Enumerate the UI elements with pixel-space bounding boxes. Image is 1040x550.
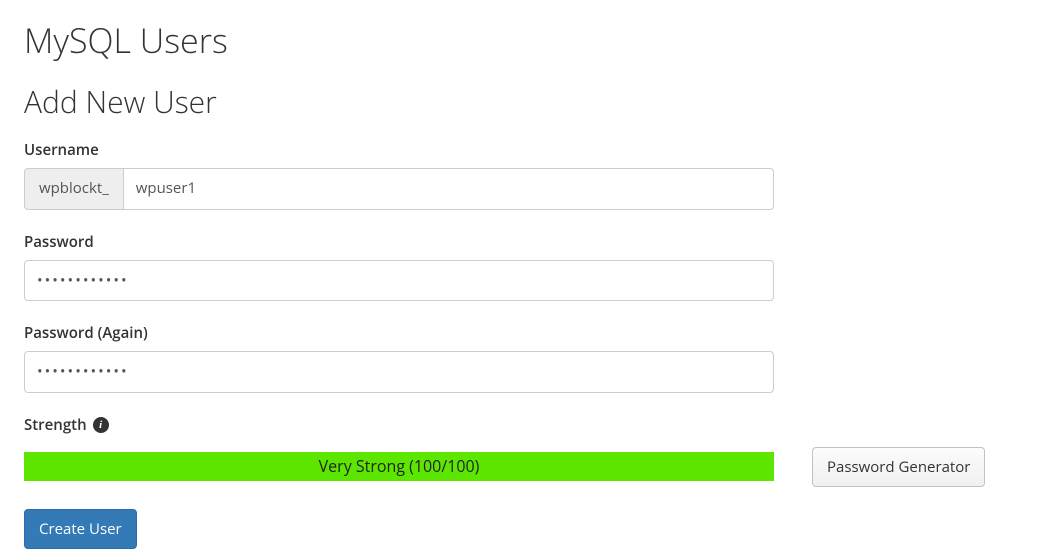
page-title: MySQL Users [24,22,1016,59]
info-icon[interactable]: i [93,417,109,433]
password-again-label: Password (Again) [24,323,1016,343]
username-prefix: wpblockt_ [24,168,123,210]
password-again-group: Password (Again) [24,323,1016,393]
section-title: Add New User [24,85,1016,118]
create-user-button[interactable]: Create User [24,509,137,549]
password-input[interactable] [24,260,774,302]
strength-section: Strength i Very Strong (100/100) Passwor… [24,415,1016,487]
password-label: Password [24,232,1016,252]
password-group: Password [24,232,1016,302]
username-group: Username wpblockt_ [24,140,1016,210]
username-input[interactable] [123,168,774,210]
strength-bar: Very Strong (100/100) [24,452,774,481]
username-label: Username [24,140,1016,160]
password-again-input[interactable] [24,351,774,393]
strength-label-text: Strength [24,415,87,435]
password-generator-button[interactable]: Password Generator [812,447,985,487]
